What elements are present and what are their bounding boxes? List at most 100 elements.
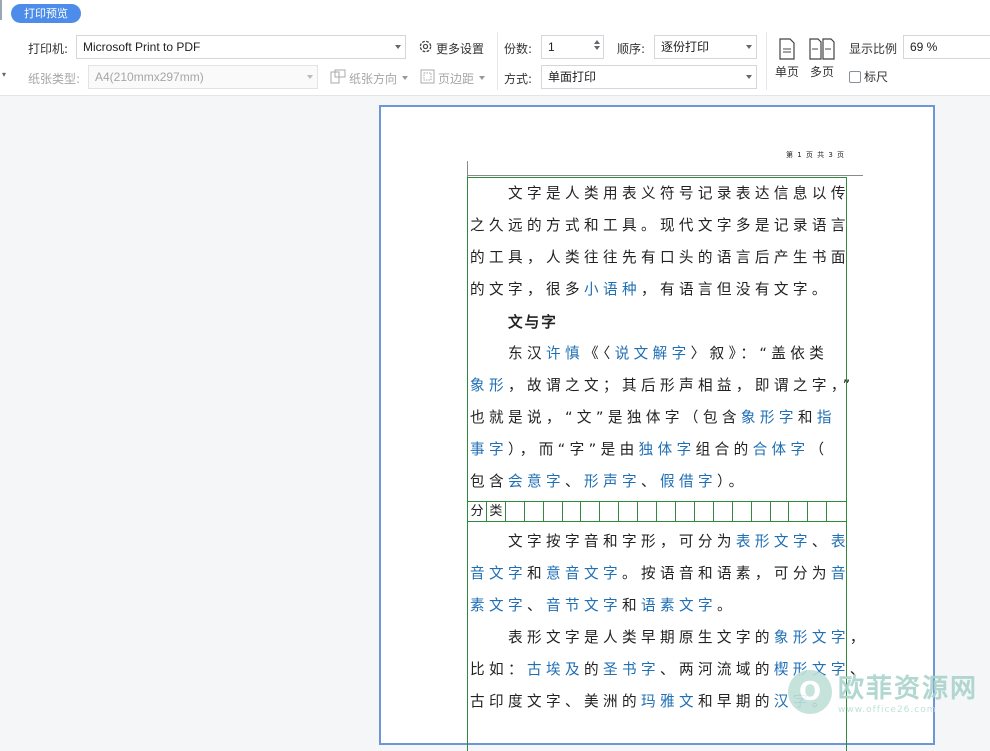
page-number-header: 第 1 页 共 3 页 — [786, 151, 846, 159]
text-run: 《〈 — [583, 345, 615, 362]
text-run: 东汉 — [470, 345, 546, 362]
watermark-logo-icon: O — [788, 669, 832, 714]
orientation-icon — [330, 69, 346, 87]
hyperlink[interactable]: 圣书字 — [603, 661, 660, 678]
chevron-down-icon — [307, 75, 313, 79]
text-line: 文字按字音和字形，可分为表形文字、表 — [470, 526, 850, 558]
hyperlink[interactable]: 指 — [817, 409, 836, 426]
text-line: 也就是说，“文”是独体字（包含象形字和指 — [470, 402, 850, 434]
text-run: 、两河流域的 — [659, 661, 774, 678]
multi-page-icon — [804, 38, 840, 63]
text-line: 东汉许慎《〈说文解字〉叙》：“盖依类 — [470, 338, 850, 370]
hyperlink[interactable]: 意音文字 — [546, 565, 622, 582]
text-line: 的文字，很多小语种，有语言但没有文字。 — [470, 274, 850, 306]
text-frame-bottom: 文字按字音和字形，可分为表形文字、表 音文字和意音文字。按语音和语素，可分为音 素文… — [467, 521, 865, 751]
gear-icon — [418, 39, 433, 57]
multi-page-label: 多页 — [809, 65, 834, 79]
text-run: 文字按字音和字形，可分为 — [470, 533, 736, 550]
ruler-label: 标尺 — [864, 70, 889, 84]
more-settings-label: 更多设置 — [436, 41, 485, 56]
divider — [497, 32, 498, 90]
mode-select[interactable]: 单面打印 — [541, 65, 757, 89]
hyperlink[interactable]: 音文字 — [470, 565, 527, 582]
text-run: 也就是说，“文”是独体字（包含 — [470, 409, 741, 426]
hyperlink[interactable]: 玛雅文 — [641, 693, 698, 710]
grid-cell — [506, 502, 525, 521]
more-settings-button[interactable]: 更多设置 — [418, 39, 484, 57]
text-run: 比如： — [470, 661, 527, 678]
tab-print-preview[interactable]: 打印预览 — [11, 4, 81, 23]
grid-cell — [827, 502, 846, 521]
section-heading: 文与字 — [508, 314, 558, 331]
hyperlink[interactable]: 象形字 — [741, 409, 798, 426]
page-preview[interactable]: 第 1 页 共 3 页 文字是人类用表义符号记录表达信息以传之久远的方式和工具。… — [379, 105, 935, 751]
text-run: 的文字，很多 — [470, 281, 584, 298]
hyperlink[interactable]: 素文字 — [470, 597, 527, 614]
grid-cell: 分 — [468, 502, 487, 521]
chevron-down-icon — [746, 45, 752, 49]
printer-select[interactable]: Microsoft Print to PDF — [76, 35, 406, 59]
text-line: 之久远的方式和工具。现代文字多是记录语言 — [470, 210, 850, 242]
hyperlink[interactable]: 独体字 — [639, 441, 696, 458]
hyperlink[interactable]: 象形文字 — [774, 629, 850, 646]
hyperlink[interactable]: 形声字 — [584, 473, 641, 490]
grid-cell — [600, 502, 620, 521]
zoom-label: 显示比例 — [849, 42, 898, 56]
grid-cell — [581, 502, 601, 521]
divider — [766, 32, 767, 90]
hyperlink[interactable]: 语素文字 — [641, 597, 717, 614]
margins-button[interactable]: 页边距 — [420, 69, 486, 87]
printer-value: Microsoft Print to PDF — [83, 40, 201, 54]
text-run: 古印度文字、美洲的 — [470, 693, 641, 710]
text-run: 〉叙》：“盖依类 — [690, 345, 829, 362]
hyperlink[interactable]: 许慎 — [546, 345, 584, 362]
ruler-checkbox[interactable]: 标尺 — [849, 68, 888, 85]
grid-cell — [714, 502, 733, 521]
hyperlink[interactable]: 事字 — [470, 441, 508, 458]
text-run: 之久远的方式和工具。现代文字多是记录语言 — [470, 217, 850, 234]
text-run: ），而“字”是由 — [508, 441, 639, 458]
hyperlink[interactable]: 表 — [831, 533, 850, 550]
hyperlink[interactable]: 象形 — [470, 377, 508, 394]
grid-cell — [789, 502, 809, 521]
text-line: 表形文字是人类早期原生文字的象形文字， — [470, 622, 865, 654]
collapse-caret-icon[interactable]: ▾ — [2, 70, 6, 79]
hyperlink[interactable]: 小语种 — [584, 281, 641, 298]
hyperlink[interactable]: 音 — [831, 565, 850, 582]
hyperlink[interactable]: 说文解字 — [615, 345, 691, 362]
paper-type-select[interactable]: A4(210mmx297mm) — [88, 65, 318, 89]
watermark-logo-text: O — [798, 676, 822, 707]
text-run: ）。 — [716, 473, 748, 490]
hyperlink[interactable]: 合体字 — [753, 441, 810, 458]
text-run: 和 — [526, 565, 546, 582]
copies-value: 1 — [548, 40, 555, 54]
multi-page-button[interactable]: 多页 — [804, 38, 840, 80]
zoom-select[interactable]: 69 % — [903, 35, 990, 59]
order-select[interactable]: 逐份打印 — [654, 35, 757, 59]
text-run: ， — [849, 629, 869, 646]
text-frame-top: 文字是人类用表义符号记录表达信息以传 之久远的方式和工具。现代文字多是记录语言 的工… — [467, 177, 850, 502]
site-watermark: O 欧菲资源网 www.office26.com — [788, 668, 978, 715]
hyperlink[interactable]: 音节文字 — [546, 597, 622, 614]
chevron-down-icon — [479, 76, 486, 80]
text-line: 素文字、音节文字和语素文字。 — [470, 590, 850, 622]
checkbox-box[interactable] — [849, 70, 861, 83]
hyperlink[interactable]: 假借字 — [660, 473, 717, 490]
stepper-arrows-icon[interactable] — [593, 38, 601, 56]
paragraph-3: 文字按字音和字形，可分为表形文字、表 音文字和意音文字。按语音和语素，可分为音 素文… — [470, 526, 850, 622]
hyperlink[interactable]: 古埃及 — [527, 661, 584, 678]
grid-cell — [808, 502, 828, 521]
paper-orientation-button[interactable]: 纸张方向 — [330, 69, 409, 87]
single-page-icon — [769, 38, 805, 63]
print-toolbar: 打印预览 ▾ 打印机: Microsoft Print to PDF 更多设置 … — [0, 0, 990, 96]
chevron-down-icon — [746, 75, 752, 79]
single-page-button[interactable]: 单页 — [769, 38, 805, 80]
copies-stepper[interactable]: 1 — [541, 35, 604, 59]
hyperlink[interactable]: 表形文字 — [736, 533, 812, 550]
margins-label: 页边距 — [438, 71, 475, 86]
chevron-down-icon — [402, 76, 409, 80]
text-line: 文字是人类用表义符号记录表达信息以传 — [470, 178, 850, 210]
text-run: 、 — [811, 533, 831, 550]
single-page-label: 单页 — [774, 65, 799, 79]
hyperlink[interactable]: 会意字 — [508, 473, 565, 490]
